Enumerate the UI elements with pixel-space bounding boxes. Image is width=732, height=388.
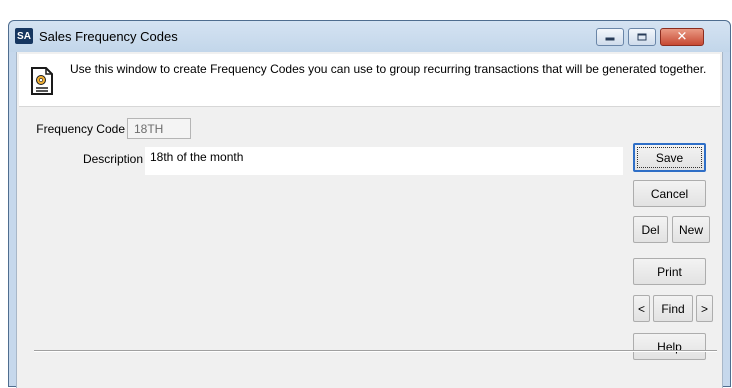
minimize-button[interactable] [596,28,624,46]
bottom-divider [34,350,717,352]
minimize-icon [605,37,615,41]
info-text: Use this window to create Frequency Code… [70,62,707,76]
description-field[interactable] [145,147,623,175]
maximize-button[interactable] [628,28,656,46]
title-bar[interactable]: SA Sales Frequency Codes ✕ [9,21,730,52]
cancel-button[interactable]: Cancel [633,180,706,207]
description-label: Description [82,152,143,166]
print-button[interactable]: Print [633,258,706,285]
maximize-icon [637,33,647,41]
frequency-code-label: Frequency Code [36,122,125,136]
help-button[interactable]: Help [633,333,706,360]
close-button[interactable]: ✕ [660,28,704,46]
app-logo-icon: SA [15,28,33,44]
find-button[interactable]: Find [653,295,693,322]
window-client-area: Use this window to create Frequency Code… [16,52,723,388]
save-button-label: Save [655,150,684,165]
next-record-button[interactable]: > [696,295,713,322]
delete-button[interactable]: Del [633,216,668,243]
info-banner: Use this window to create Frequency Code… [19,54,720,107]
previous-record-button[interactable]: < [633,295,650,322]
sales-frequency-codes-window: SA Sales Frequency Codes ✕ Use this wind… [8,20,731,388]
close-icon: ✕ [676,29,688,45]
save-button[interactable]: Save [633,143,706,172]
window-title: Sales Frequency Codes [39,29,178,44]
document-gear-icon [31,67,53,95]
frequency-code-field[interactable] [127,118,191,139]
new-button[interactable]: New [672,216,710,243]
